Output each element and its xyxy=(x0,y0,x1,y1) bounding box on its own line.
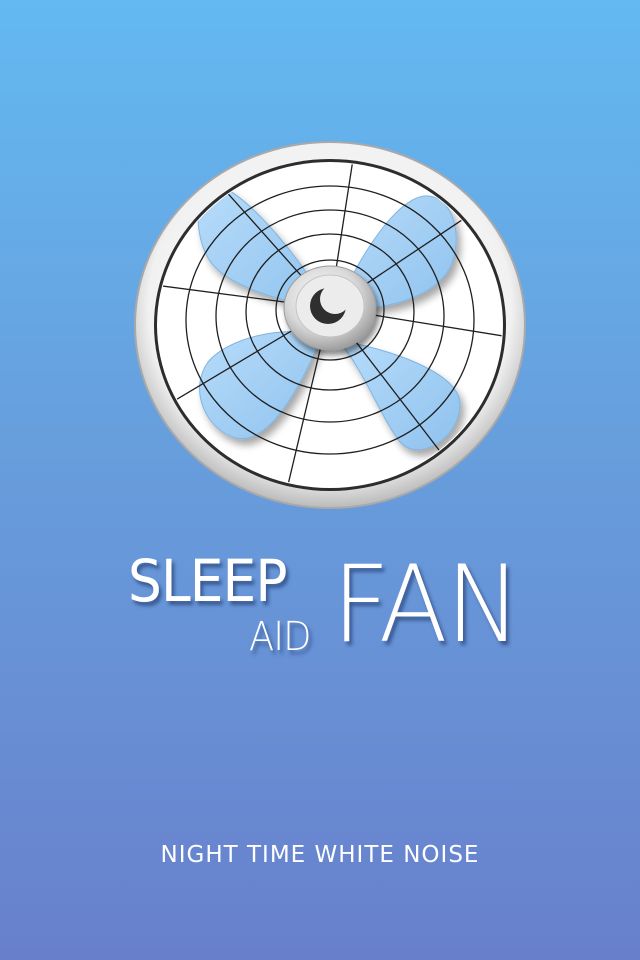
fan-illustration xyxy=(132,140,528,510)
tagline: NIGHT TIME WHITE NOISE xyxy=(160,842,480,868)
logo-word-sleep: SLEEP xyxy=(128,547,288,615)
fan-icon xyxy=(134,141,526,509)
logo-word-aid: AID xyxy=(249,614,312,660)
logo-word-fan: FAN xyxy=(332,543,521,666)
